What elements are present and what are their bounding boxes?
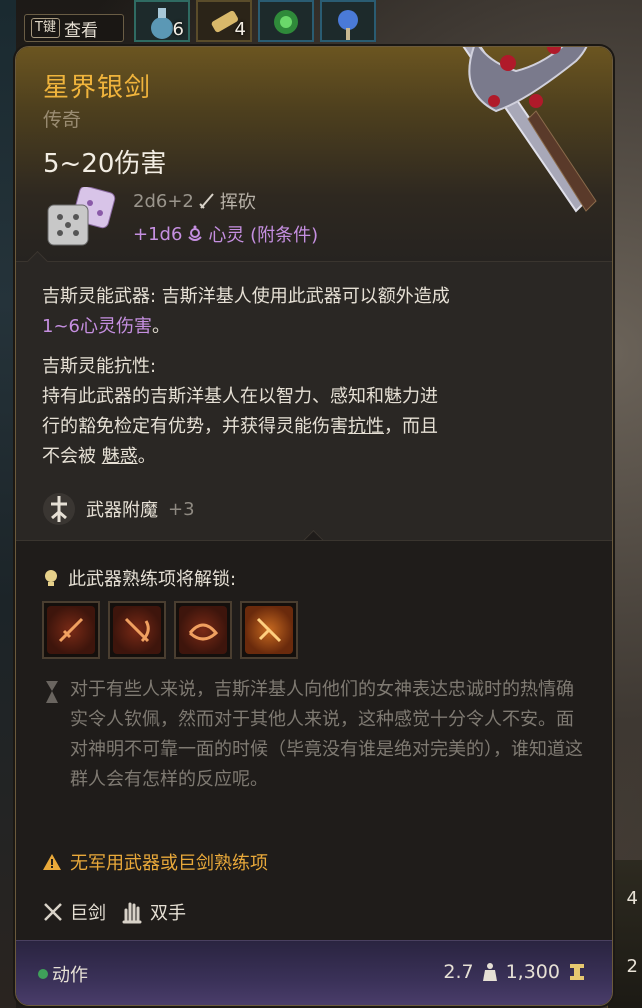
item-weight: 2.7	[443, 961, 474, 983]
action-indicator: 动作	[38, 961, 88, 987]
slash-ability-glyph-icon	[58, 617, 84, 643]
tooltip-footer: 动作 2.7 1,300	[16, 940, 612, 1005]
pommel-strike-ability-icon[interactable]	[240, 601, 298, 659]
orb-icon	[338, 10, 358, 40]
ability2-name: 吉斯灵能抗性:	[42, 356, 157, 377]
slashing-dice: 2d6+2	[133, 190, 194, 212]
damage-dice-icon	[47, 187, 116, 246]
ability2-line3a: 不会被	[42, 446, 102, 467]
enchantment-value: +3	[168, 498, 195, 520]
property-hands: 双手	[150, 903, 186, 924]
damage-line-psychic: +1d6 心灵 (附条件)	[133, 221, 318, 247]
inspect-key-hint[interactable]: T键 查看	[24, 14, 124, 42]
ability1-suffix: 。	[152, 316, 170, 337]
ability1-text: 吉斯洋基人使用此武器可以额外造成	[156, 286, 450, 307]
bulb-icon	[45, 570, 57, 586]
proficiency-warning: 无军用武器或巨剑熟练项	[42, 849, 268, 875]
quill-icon	[46, 681, 58, 703]
psychic-dice: +1d6	[133, 223, 183, 245]
slashing-icon	[199, 193, 214, 209]
lacerate-ability-glyph-icon	[188, 623, 219, 641]
proficiency-section: 此武器熟练项将解锁: 对于有些人来说，吉斯洋基人向他们的女神表达忠诚时的热情确实…	[16, 540, 612, 941]
charmed-link[interactable]: 魅惑	[102, 446, 138, 467]
ability2-line2c: ，而且	[384, 416, 438, 437]
slashing-type: 挥砍	[219, 192, 256, 213]
right-slot-count-2: 2	[626, 956, 638, 977]
psychic-type: 心灵 (附条件)	[208, 225, 319, 246]
proficiency-label: 此武器熟练项将解锁:	[68, 569, 237, 590]
action-dot-icon	[38, 969, 48, 979]
resistance-link[interactable]: 抗性	[348, 416, 384, 437]
potion-count: 6	[172, 19, 184, 40]
ability1-damage: 1~6心灵伤害	[42, 316, 152, 337]
flavor-text: 对于有些人来说，吉斯洋基人向他们的女神表达忠诚时的热情确实令人钦佩，然而对于其他…	[70, 679, 583, 790]
view-label: 查看	[63, 20, 98, 41]
weight-icon	[482, 963, 497, 981]
top-hotbar: T键 查看 6 4	[14, 0, 394, 44]
crossed-swords-icon	[44, 903, 62, 921]
proficiency-actions	[42, 601, 298, 659]
hotbar-slot-potion[interactable]: 6	[134, 0, 190, 42]
gem-icon	[274, 10, 298, 34]
warning-text: 无军用武器或巨剑熟练项	[70, 853, 268, 874]
item-stats: 2.7 1,300	[443, 961, 586, 983]
item-price: 1,300	[505, 961, 560, 983]
hotbar-slot-gem[interactable]	[258, 0, 314, 42]
hand-icon	[122, 902, 142, 924]
ability-githyanki-resistance: 吉斯灵能抗性: 持有此武器的吉斯洋基人在以智力、感知和魅力进 行的豁免检定有优势…	[42, 352, 438, 472]
lacerate-ability-icon[interactable]	[174, 601, 232, 659]
item-rarity: 传奇	[43, 109, 82, 131]
hotbar-slot-orb[interactable]	[320, 0, 376, 42]
action-label: 动作	[52, 965, 88, 986]
hotbar-slot-scroll[interactable]: 4	[196, 0, 252, 42]
proficiency-title: 此武器熟练项将解锁:	[42, 565, 236, 591]
cleave-ability-glyph-icon	[124, 617, 150, 643]
pommel-strike-glyph-icon	[256, 617, 282, 643]
warning-icon	[43, 854, 61, 870]
property-greatsword: 巨剑	[42, 899, 106, 925]
enchantment-icon	[43, 493, 75, 525]
ability-githyanki-weapon: 吉斯灵能武器: 吉斯洋基人使用此武器可以额外造成 1~6心灵伤害。	[42, 282, 450, 342]
weapon-enchantment: 武器附魔 +3	[42, 492, 195, 526]
tooltip-header: 星界银剑 传奇 5~20伤害 2d6+2 挥砍 +1d6 心灵 (附条件)	[16, 47, 612, 261]
enchantment-label: 武器附魔	[86, 500, 158, 521]
t-key-label: T键	[31, 18, 60, 38]
ability2-line1: 持有此武器的吉斯洋基人在以智力、感知和魅力进	[42, 386, 438, 407]
astral-silver-sword-image	[462, 47, 597, 213]
item-name: 星界银剑	[43, 73, 152, 103]
damage-line-slashing: 2d6+2 挥砍	[133, 188, 256, 214]
item-tooltip: 星界银剑 传奇 5~20伤害 2d6+2 挥砍 +1d6 心灵 (附条件) 吉斯…	[15, 46, 613, 1006]
ability2-line2a: 行的豁免检定有优势，并获得灵能伤害	[42, 416, 348, 437]
property-two-handed: 双手	[120, 899, 186, 925]
abilities-section: 吉斯灵能武器: 吉斯洋基人使用此武器可以额外造成 1~6心灵伤害。 吉斯灵能抗性…	[16, 261, 612, 540]
right-slot-count-1: 4	[626, 888, 638, 909]
scroll-count: 4	[234, 19, 246, 40]
gold-icon	[570, 964, 584, 980]
property-type: 巨剑	[70, 903, 106, 924]
psychic-icon	[188, 225, 203, 241]
weapon-properties: 巨剑 双手	[42, 899, 186, 925]
ability1-name: 吉斯灵能武器:	[42, 286, 157, 307]
left-ui-strip	[0, 0, 16, 1008]
slash-ability-icon[interactable]	[42, 601, 100, 659]
ability2-line3c: 。	[137, 446, 156, 467]
cleave-ability-icon[interactable]	[108, 601, 166, 659]
damage-total: 5~20伤害	[43, 149, 167, 179]
